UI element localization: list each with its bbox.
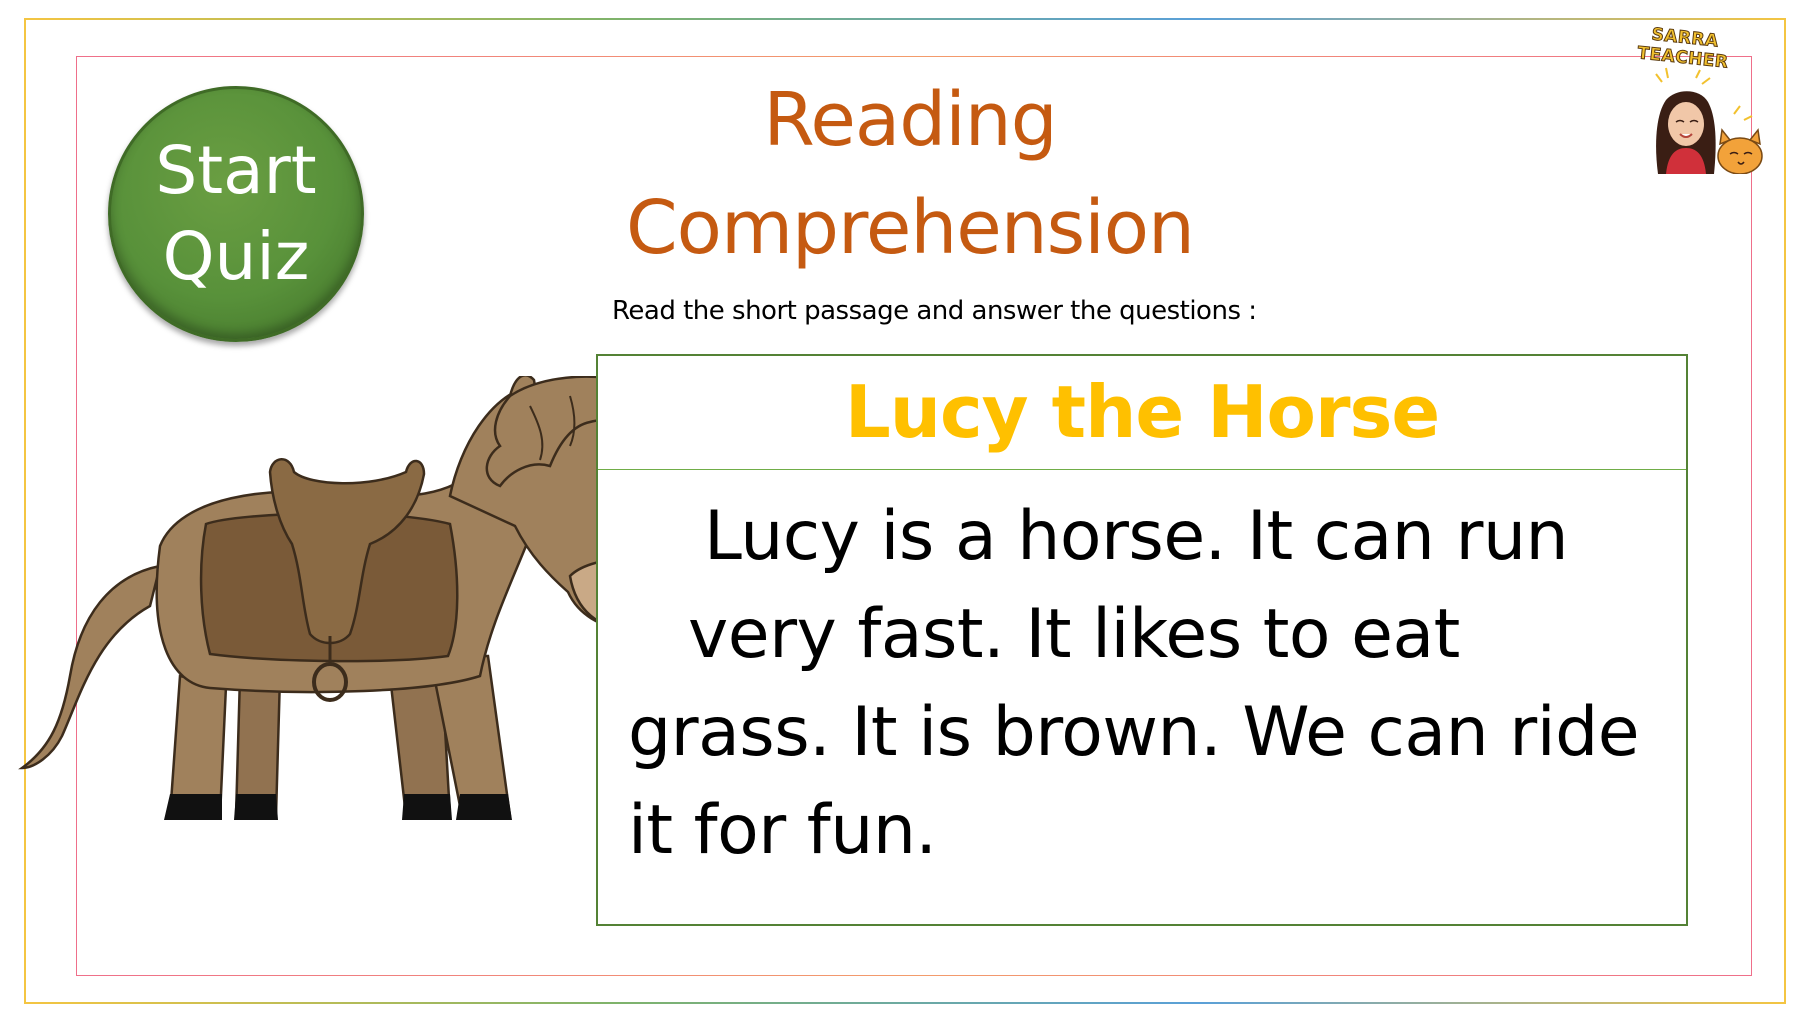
start-quiz-label-line2: Quiz [162, 218, 310, 295]
passage-line-3: grass. It is brown. We can ride [628, 693, 1640, 772]
page-title-line2: Comprehension [626, 185, 1195, 271]
page-title-line1: Reading [763, 77, 1057, 163]
passage-line-2: very fast. It likes to eat [688, 595, 1460, 674]
passage-text: Lucy is a horse. It can run very fast. I… [628, 488, 1640, 880]
passage-title: Lucy the Horse [598, 356, 1686, 470]
passage-line-4: it for fun. [628, 791, 937, 870]
passage-box: Lucy the Horse Lucy is a horse. It can r… [596, 354, 1688, 926]
page-title: Reading Comprehension [560, 66, 1260, 282]
passage-line-1: Lucy is a horse. It can run [704, 497, 1569, 576]
instruction-text: Read the short passage and answer the qu… [612, 296, 1257, 326]
teacher-avatar-icon [1655, 67, 1763, 174]
teacher-badge: SARRA TEACHER [1604, 24, 1764, 174]
start-quiz-label-line1: Start [155, 132, 317, 210]
start-quiz-button[interactable]: Start Quiz [108, 86, 364, 342]
